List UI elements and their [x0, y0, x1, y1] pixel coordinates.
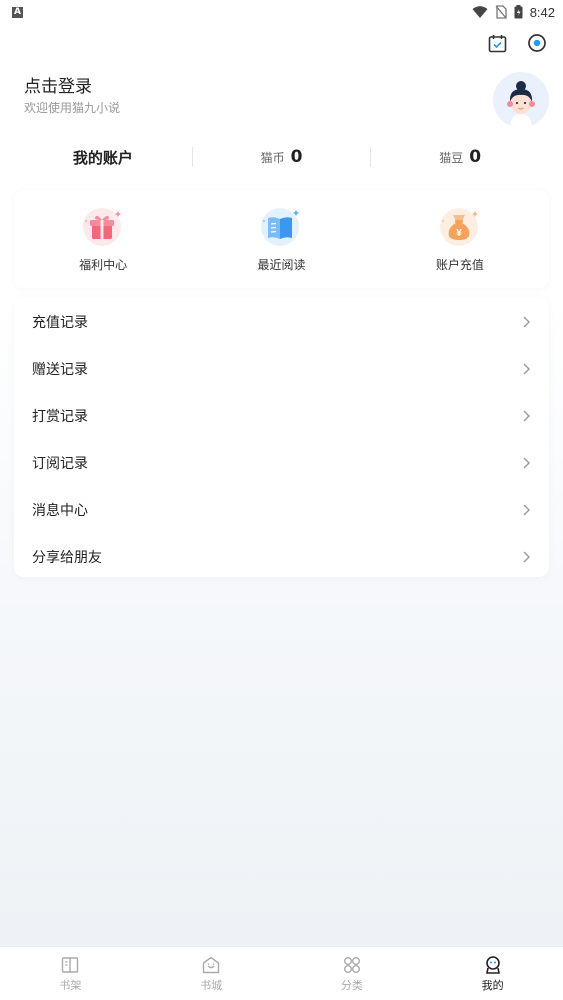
- book-icon: [260, 206, 302, 248]
- quick-label: 福利中心: [79, 258, 128, 272]
- account-title: 我的账户: [72, 148, 133, 167]
- tab-mine[interactable]: 我的: [422, 947, 563, 1000]
- tab-category[interactable]: 分类: [282, 947, 423, 1000]
- category-icon: [343, 956, 360, 973]
- chevron-right-icon: [523, 504, 530, 515]
- bean-label: 猫豆: [439, 150, 464, 165]
- settings-icon[interactable]: [527, 33, 547, 53]
- chevron-right-icon: [523, 457, 530, 468]
- tab-label: 书架: [59, 978, 82, 992]
- gift-icon: [82, 206, 124, 248]
- menu-item-subscription-record[interactable]: 订阅记录: [14, 439, 549, 486]
- menu-label: 消息中心: [32, 502, 88, 519]
- menu-label: 充值记录: [32, 314, 88, 331]
- menu-item-message-center[interactable]: 消息中心: [14, 486, 549, 533]
- profile-section[interactable]: 点击登录 欢迎使用猫九小说: [24, 72, 549, 132]
- menu-item-gift-record[interactable]: 赠送记录: [14, 345, 549, 392]
- no-sim-icon: [495, 5, 507, 19]
- svg-text:¥: ¥: [456, 228, 462, 239]
- quick-item-recharge[interactable]: ¥ 账户充值: [371, 190, 549, 288]
- tab-label: 我的: [481, 978, 504, 992]
- menu-item-share[interactable]: 分享给朋友: [14, 533, 549, 580]
- quick-item-recent-reading[interactable]: 最近阅读: [192, 190, 370, 288]
- menu-label: 分享给朋友: [32, 549, 102, 566]
- account-row: 我的账户 猫币 0 猫豆 0: [14, 142, 549, 172]
- menu-card: 充值记录 赠送记录 打赏记录 订阅记录 消息中心 分享给朋友: [14, 297, 549, 577]
- tab-store[interactable]: 书城: [141, 947, 282, 1000]
- quick-label: 最近阅读: [257, 258, 306, 272]
- menu-item-reward-record[interactable]: 打赏记录: [14, 392, 549, 439]
- chevron-right-icon: [523, 410, 530, 421]
- battery-icon: [514, 5, 523, 19]
- bean-value: 0: [469, 147, 482, 167]
- tab-bar: 书架 书城 分类 我的: [0, 946, 563, 1000]
- avatar[interactable]: [493, 72, 549, 128]
- quick-item-welfare[interactable]: 福利中心: [14, 190, 192, 288]
- chevron-right-icon: [523, 363, 530, 374]
- quick-actions-card: 福利中心 最近阅读 ¥ 账户充值: [14, 190, 549, 288]
- menu-label: 赠送记录: [32, 361, 88, 378]
- login-subtitle: 欢迎使用猫九小说: [24, 101, 121, 115]
- coin-label: 猫币: [260, 150, 285, 165]
- login-title[interactable]: 点击登录: [24, 72, 92, 97]
- tab-label: 分类: [340, 978, 363, 992]
- tab-label: 书城: [200, 978, 223, 992]
- status-time: 8:42: [529, 4, 555, 20]
- bookshelf-icon: [62, 956, 79, 973]
- money-bag-icon: ¥: [439, 206, 481, 248]
- menu-item-recharge-record[interactable]: 充值记录: [14, 298, 549, 345]
- status-bar: A 8:42: [0, 0, 563, 24]
- top-actions: [487, 33, 547, 53]
- coin-value: 0: [290, 147, 303, 167]
- bean-cell[interactable]: 猫豆 0: [371, 147, 549, 167]
- calendar-check-icon[interactable]: [487, 33, 507, 53]
- tab-bookshelf[interactable]: 书架: [0, 947, 141, 1000]
- a-icon: A: [12, 6, 23, 18]
- account-title-cell[interactable]: 我的账户: [14, 147, 192, 168]
- menu-label: 打赏记录: [32, 408, 88, 425]
- chevron-right-icon: [523, 316, 530, 327]
- menu-label: 订阅记录: [32, 455, 88, 472]
- store-icon: [202, 956, 220, 973]
- coin-cell[interactable]: 猫币 0: [193, 147, 371, 167]
- quick-label: 账户充值: [435, 258, 484, 272]
- profile-icon: [485, 955, 500, 974]
- wifi-icon: [472, 5, 488, 18]
- chevron-right-icon: [523, 551, 530, 562]
